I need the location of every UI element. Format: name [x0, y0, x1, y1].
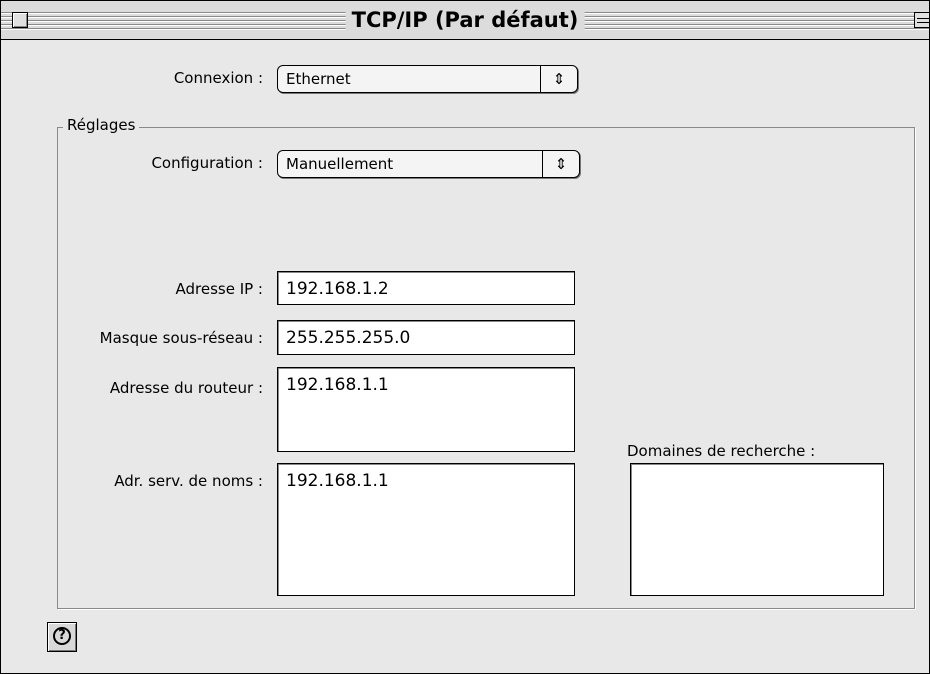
window-title: TCP/IP (Par défaut)	[345, 6, 585, 34]
reglages-group-label: Réglages	[63, 115, 140, 135]
search-domains-label: Domaines de recherche :	[627, 442, 816, 460]
configuration-label: Configuration :	[151, 154, 263, 172]
router-address-field[interactable]: 192.168.1.1	[277, 367, 575, 452]
question-mark-icon: ?	[53, 627, 71, 645]
close-box-button[interactable]	[12, 12, 28, 28]
configuration-popup[interactable]: Manuellement ⇕	[277, 150, 580, 178]
connexion-value: Ethernet	[286, 70, 351, 88]
name-servers-label: Adr. serv. de noms :	[114, 472, 263, 490]
help-button[interactable]: ?	[47, 622, 77, 652]
tcpip-window: TCP/IP (Par défaut) Connexion : Ethernet…	[0, 0, 930, 674]
popup-arrows-icon: ⇕	[542, 151, 579, 177]
collapse-box-button[interactable]	[914, 12, 929, 28]
title-bar[interactable]: TCP/IP (Par défaut)	[1, 1, 929, 40]
ip-address-label: Adresse IP :	[175, 280, 263, 298]
subnet-mask-label: Masque sous-réseau :	[99, 329, 263, 347]
connexion-label: Connexion :	[173, 69, 263, 87]
search-domains-field[interactable]	[630, 463, 884, 596]
popup-arrows-icon: ⇕	[540, 66, 577, 92]
connexion-popup[interactable]: Ethernet ⇕	[277, 65, 578, 93]
name-servers-field[interactable]: 192.168.1.1	[277, 463, 575, 596]
configuration-value: Manuellement	[286, 155, 394, 173]
ip-address-field[interactable]: 192.168.1.2	[277, 271, 575, 305]
subnet-mask-field[interactable]: 255.255.255.0	[277, 320, 575, 355]
router-address-label: Adresse du routeur :	[109, 379, 263, 397]
